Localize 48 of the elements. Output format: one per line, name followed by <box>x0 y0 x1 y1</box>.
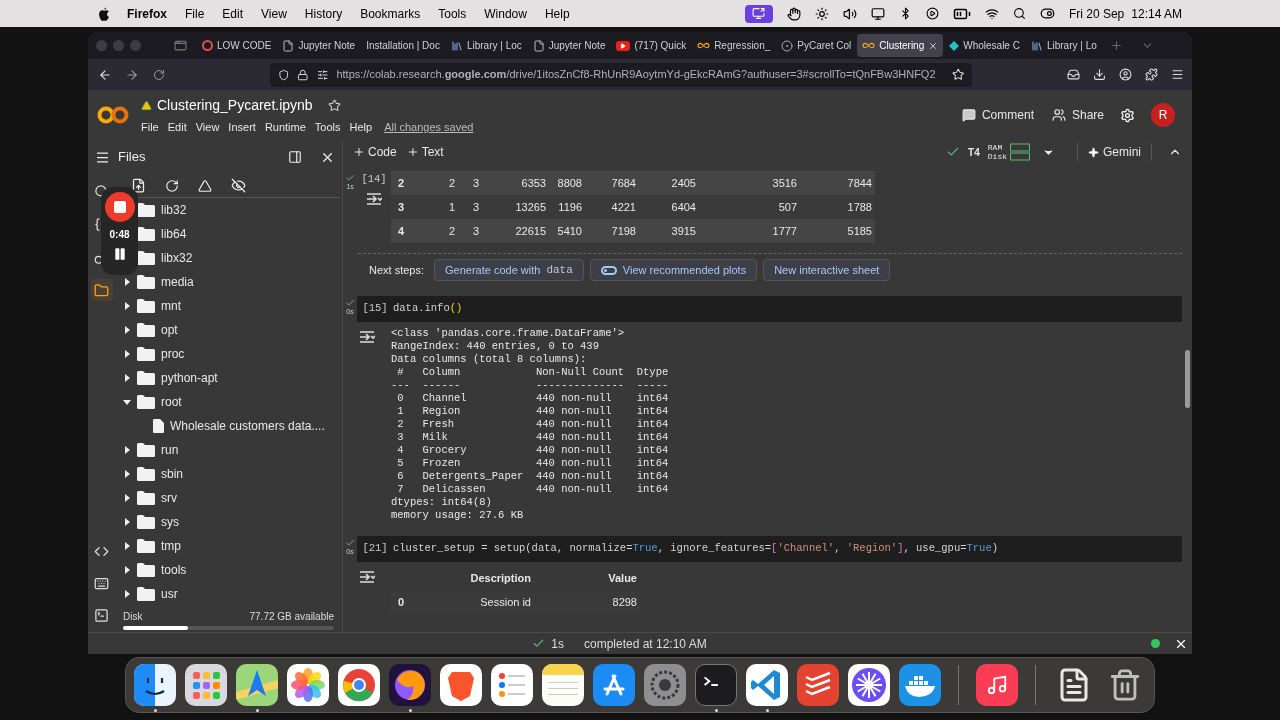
table-cell-text: 507 <box>777 199 798 215</box>
table-cell-text: 1 <box>447 199 456 215</box>
execution-count: [15] <box>361 301 389 317</box>
table-cell-text: 3516 <box>771 175 798 191</box>
table-cell-text: 13265 <box>514 199 547 215</box>
status-text: completed at 12:10 AM <box>583 635 707 653</box>
table-cell-text: 1196 <box>557 199 583 215</box>
url-text: https://colab.research.google.com/drive/1itosZnCf8-RhUnR9AoytmYd-gEkcRAmG?authuser=3#scrollTo=tQnFBw3HNFQ2 <box>336 67 936 83</box>
table-cell-text: 3 <box>397 199 406 215</box>
table-cell-text: 4221 <box>610 199 637 215</box>
table-cell-text: 3 <box>471 199 480 215</box>
output-text: <class 'pandas.core.frame.DataFrame'> RangeIndex: 440 entries, 0 to 439 Data columns (total 8 columns): # Column Non-Null Count Dtype --- ------ -------------- ----- 0 Channel 440 non-null int64 1 Region 440 non-null int64 2 Fresh 440 non-null int64 3 Milk 440 non-null int64 4 Grocery 440 non-null int64 5 Frozen 440 non-null int64 6 Detergents_Paper 440 non-null int64 7 Delicassen 440 non-null int64 dtypes: int64(8) memory usage: 27.6 KB <box>391 327 670 522</box>
table-cell-text: 7198 <box>610 223 637 239</box>
table-cell-text: 7684 <box>610 175 637 191</box>
table-cell-text: 8808 <box>556 175 583 191</box>
table-cell-text: 3 <box>471 175 480 191</box>
table-cell-text: 5410 <box>556 223 583 239</box>
disk-label: Disk <box>123 609 143 624</box>
column-header: Description <box>469 571 532 587</box>
table-cell-text: 8298 <box>611 594 638 610</box>
execution-count: [21] <box>361 541 389 557</box>
table-cell-text: 1788 <box>846 199 873 215</box>
disk-label: Disk <box>987 152 1007 161</box>
code-line: cluster_setup = setup(data, normalize=True, ignore_features=['Channel', 'Region'], use_gpu=True) <box>393 541 998 557</box>
table-cell-text: Session id <box>479 594 532 610</box>
table-cell-text: 5185 <box>846 223 873 239</box>
table-cell-text: 2 <box>447 223 456 239</box>
table-cell-text: 2 <box>447 175 456 191</box>
ram-label: RAM <box>987 143 1003 152</box>
table-cell-text: 2 <box>397 175 406 191</box>
table-cell-text: 4 <box>397 223 406 239</box>
run-duration: 1s <box>551 635 564 653</box>
table-cell-text: 6404 <box>670 199 697 215</box>
execution-count: [14] <box>361 172 387 187</box>
table-cell-text: 6353 <box>520 175 547 191</box>
table-cell-text: 3915 <box>670 223 697 239</box>
column-header: Value <box>607 571 638 587</box>
disk-available: 77.72 GB available <box>249 609 334 624</box>
recording-time: 0:48 <box>109 228 130 242</box>
panel-title: Files <box>118 148 146 167</box>
table-cell-text: 0 <box>397 594 406 610</box>
table-cell-text: 22615 <box>514 223 547 239</box>
next-steps-label: Next steps: <box>369 262 425 278</box>
code-line: data.info() <box>393 301 463 317</box>
table-cell-text: 3 <box>471 223 480 239</box>
table-cell-text: 2405 <box>670 175 697 191</box>
table-cell-text: 1777 <box>771 223 798 239</box>
table-cell-text: 7844 <box>846 175 873 191</box>
